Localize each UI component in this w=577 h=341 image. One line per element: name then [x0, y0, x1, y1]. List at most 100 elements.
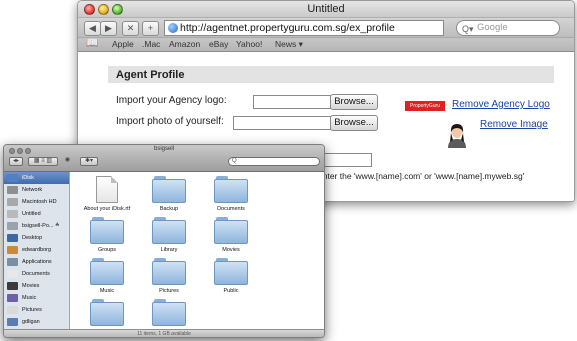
- applications-icon: [7, 258, 18, 266]
- folder-item[interactable]: Groups: [76, 217, 138, 253]
- finder-toolbar: bsigsell ◂▸ ▦ ≡ ▥ ◉ ✱▾ Q: [4, 145, 324, 172]
- screen: Untitled ◀ ▶ ✕ + http://agentnet.propert…: [0, 0, 577, 341]
- item-label: Music: [99, 288, 115, 294]
- sidebar-item-label: Network: [22, 187, 43, 193]
- bookmark-apple[interactable]: Apple: [112, 39, 134, 49]
- bookmark-news[interactable]: News ▾: [275, 39, 303, 50]
- address-text: http://agentnet.propertyguru.com.sg/ex_p…: [180, 22, 395, 34]
- forward-button[interactable]: ▶: [100, 21, 117, 36]
- item-label: Documents: [217, 206, 245, 212]
- photo-file-input[interactable]: [233, 116, 331, 130]
- drive-icon: [7, 222, 18, 230]
- folder-item[interactable]: Library: [138, 217, 200, 253]
- sidebar-item[interactable]: Music: [4, 292, 69, 304]
- sidebar-item[interactable]: Documents: [4, 268, 69, 280]
- sidebar-item[interactable]: edwardborg: [4, 244, 69, 256]
- folder-icon: [152, 176, 186, 203]
- user-icon: [7, 318, 18, 326]
- sidebar-item[interactable]: Applications: [4, 256, 69, 268]
- sidebar-item-label: Applications: [22, 259, 52, 265]
- agency-logo-label: Import your Agency logo:: [116, 95, 227, 106]
- browser-title-bar: Untitled: [78, 1, 574, 18]
- music-icon: [7, 294, 18, 302]
- folder-item[interactable]: Backup: [138, 176, 200, 212]
- home-icon: [7, 246, 18, 254]
- remove-image-link[interactable]: Remove Image: [480, 119, 548, 130]
- agency-logo-image: PropertyGuru: [405, 101, 445, 111]
- documents-icon: [7, 270, 18, 278]
- finder-sidebar: iDisk Network Macintosh HD Untitled bsigsell…: [4, 172, 70, 337]
- finder-search-input[interactable]: Q: [228, 157, 320, 166]
- folder-icon: [90, 258, 124, 285]
- file-item[interactable]: About your iDisk.rtf: [76, 176, 138, 212]
- photo-label: Import photo of yourself:: [116, 116, 224, 127]
- page-title: Agent Profile: [108, 66, 554, 83]
- back-button[interactable]: ◀: [84, 21, 101, 36]
- folder-icon: [152, 258, 186, 285]
- add-bookmark-button[interactable]: +: [142, 21, 159, 36]
- folder-item[interactable]: Pictures: [138, 258, 200, 294]
- agency-logo-browse-button[interactable]: Browse...: [330, 94, 378, 110]
- hard-drive-icon: [7, 198, 18, 206]
- folder-icon: [90, 299, 124, 326]
- item-label: About your iDisk.rtf: [83, 206, 131, 212]
- item-label: Pictures: [159, 288, 179, 294]
- agent-photo: [443, 120, 471, 148]
- document-icon: [96, 176, 118, 203]
- bookmark-ebay[interactable]: eBay: [209, 39, 228, 49]
- action-menu-button[interactable]: ✱▾: [80, 157, 98, 166]
- eye-icon[interactable]: ◉: [64, 157, 71, 166]
- finder-status-bar: 11 items, 1 GB available: [4, 329, 324, 337]
- remove-agency-logo-link[interactable]: Remove Agency Logo: [452, 99, 550, 110]
- item-label: Movies: [222, 247, 240, 253]
- view-mode-buttons[interactable]: ▦ ≡ ▥: [28, 157, 58, 166]
- site-icon: [168, 23, 178, 33]
- bookmark-mac[interactable]: .Mac: [142, 39, 160, 49]
- sidebar-item-label: Pictures: [22, 307, 42, 313]
- google-search-input[interactable]: Q▾ Google: [456, 20, 560, 36]
- sidebar-item-label: iDisk: [22, 175, 34, 181]
- sidebar-item[interactable]: Untitled: [4, 208, 69, 220]
- search-icon: Q▾: [462, 24, 474, 34]
- sidebar-item[interactable]: Movies: [4, 280, 69, 292]
- sidebar-item[interactable]: iDisk: [4, 172, 69, 184]
- bookmark-amazon[interactable]: Amazon: [169, 39, 200, 49]
- website-hint: enter the 'www.[name].com' or 'www.[name…: [318, 171, 525, 181]
- sidebar-item[interactable]: bsigsell-Po... ≙: [4, 220, 69, 232]
- network-icon: [7, 186, 18, 194]
- sidebar-item-label: Music: [22, 295, 37, 301]
- sidebar-item[interactable]: gdligan: [4, 316, 69, 328]
- folder-item[interactable]: Music: [76, 258, 138, 294]
- bookmark-yahoo[interactable]: Yahoo!: [236, 39, 262, 49]
- folder-item[interactable]: Public: [200, 258, 262, 294]
- item-label: Groups: [97, 247, 117, 253]
- bookmarks-bar: 📖 Apple .Mac Amazon eBay Yahoo! News ▾: [78, 38, 574, 52]
- item-label: Library: [160, 247, 178, 253]
- back-forward-button[interactable]: ◂▸: [9, 157, 23, 166]
- stop-button[interactable]: ✕: [122, 21, 139, 36]
- agency-logo-file-input[interactable]: [253, 95, 331, 109]
- folder-icon: [152, 217, 186, 244]
- movies-icon: [7, 282, 18, 290]
- book-icon[interactable]: 📖: [86, 38, 98, 49]
- google-search-placeholder: Google: [477, 22, 508, 33]
- item-label: Backup: [159, 206, 179, 212]
- sidebar-item-label: Macintosh HD: [22, 199, 57, 205]
- sidebar-item[interactable]: Pictures: [4, 304, 69, 316]
- photo-browse-button[interactable]: Browse...: [330, 115, 378, 131]
- folder-icon: [214, 176, 248, 203]
- folder-icon: [214, 217, 248, 244]
- sidebar-item-label: Documents: [22, 271, 50, 277]
- sidebar-item[interactable]: Desktop: [4, 232, 69, 244]
- sidebar-item[interactable]: Macintosh HD: [4, 196, 69, 208]
- folder-item[interactable]: Movies: [200, 217, 262, 253]
- folder-item[interactable]: Documents: [200, 176, 262, 212]
- sidebar-item-label: Desktop: [22, 235, 43, 241]
- item-label: Public: [223, 288, 239, 294]
- sidebar-item[interactable]: Network: [4, 184, 69, 196]
- sidebar-item-label: Movies: [22, 283, 40, 289]
- drive-icon: [7, 210, 18, 218]
- folder-icon: [90, 217, 124, 244]
- sidebar-item-label: bsigsell-Po... ≙: [22, 223, 60, 229]
- address-bar[interactable]: http://agentnet.propertyguru.com.sg/ex_p…: [164, 20, 444, 36]
